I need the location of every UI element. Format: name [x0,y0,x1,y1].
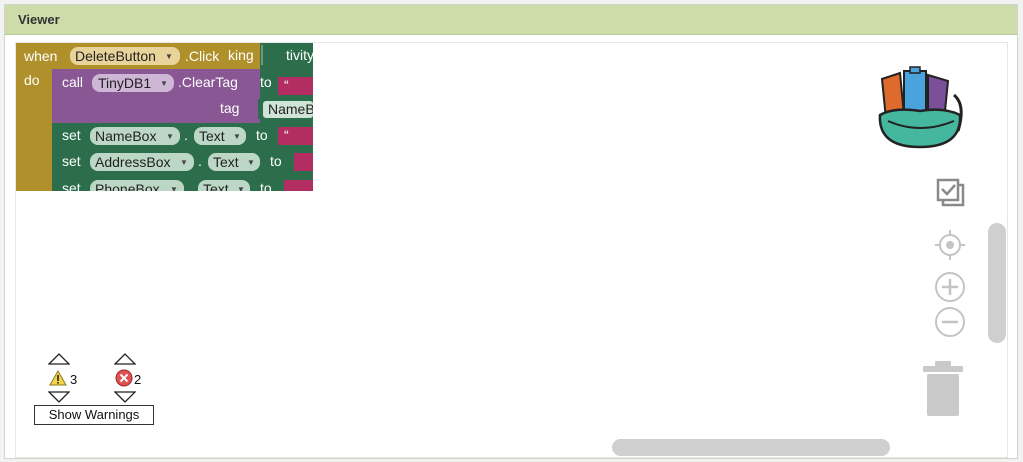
warning-count: 3 [70,372,78,387]
cleanup-icon[interactable] [934,176,966,208]
error-count: 2 [134,372,142,387]
set-label: set [62,180,81,191]
set-block-addressbox[interactable]: set AddressBox ▼ . Text ▼ to [52,149,313,175]
to-label: to [260,180,272,191]
set-label: set [62,127,81,143]
recenter-icon[interactable] [934,229,966,261]
method-name: .ClearTag [178,74,238,90]
tag-value: NameB [268,101,313,117]
dropdown-arrow-icon: ▼ [160,79,168,88]
string-quote: “ [284,127,289,143]
zoom-in-icon[interactable] [934,271,966,303]
to-label: to [256,127,268,143]
string-quote: “ [284,77,289,93]
event-name: .Click [185,48,220,64]
error-icon [115,369,133,387]
horizontal-scrollbar[interactable] [612,439,890,456]
set-block-phonebox[interactable]: set PhoneBox ▼ . Text ▼ to [52,175,313,191]
zoom-out-icon[interactable] [934,306,966,338]
blocks-canvas: king tivity when DeleteButton ▼ .Click d… [16,43,313,191]
show-warnings-button[interactable]: Show Warnings [34,405,154,425]
vertical-scrollbar[interactable] [988,223,1006,343]
component-name: PhoneBox [95,181,160,191]
dropdown-arrow-icon: ▼ [180,158,188,167]
dot-label: . [188,180,192,191]
warning-icon [49,370,67,386]
component-name: AddressBox [95,154,170,170]
property-name: Text [203,181,229,191]
dropdown-arrow-icon: ▼ [237,185,245,191]
viewer-panel: Viewer king tivity when DeleteButton ▼ .… [4,4,1018,459]
error-prev-arrow-icon[interactable] [114,353,136,365]
clipped-label-2: tivity [286,47,313,63]
to-label: to [270,153,282,169]
trash-icon[interactable] [921,361,965,419]
dropdown-arrow-icon: ▼ [170,185,178,191]
error-next-arrow-icon[interactable] [114,391,136,403]
do-label: do [24,72,40,88]
dropdown-arrow-icon: ▼ [233,132,241,141]
set-block-namebox[interactable]: set NameBox ▼ . Text ▼ to “ [52,123,313,149]
property-name: Text [213,154,239,170]
property-name: Text [199,128,225,144]
tag-label: tag [220,100,239,116]
clipped-label-1: king [228,47,254,63]
viewer-header: Viewer [5,5,1017,35]
cleartag-block[interactable]: call TinyDB1 ▼ .ClearTag to “ tag NameB [52,69,313,123]
when-label: when [23,48,57,64]
warning-next-arrow-icon[interactable] [48,391,70,403]
component-name: DeleteButton [75,48,156,64]
dot-label: . [198,153,202,169]
to-label: to [260,74,272,90]
dropdown-arrow-icon: ▼ [165,52,173,61]
backpack-icon[interactable] [874,65,966,151]
viewer-title: Viewer [18,12,60,27]
dot-label: . [184,127,188,143]
warning-prev-arrow-icon[interactable] [48,353,70,365]
dropdown-arrow-icon: ▼ [166,132,174,141]
dropdown-arrow-icon: ▼ [247,158,255,167]
tinydb-name: TinyDB1 [98,75,151,91]
component-name: NameBox [95,128,156,144]
blocks-workspace[interactable]: king tivity when DeleteButton ▼ .Click d… [15,42,1008,458]
set-label: set [62,153,81,169]
call-label: call [62,74,83,90]
